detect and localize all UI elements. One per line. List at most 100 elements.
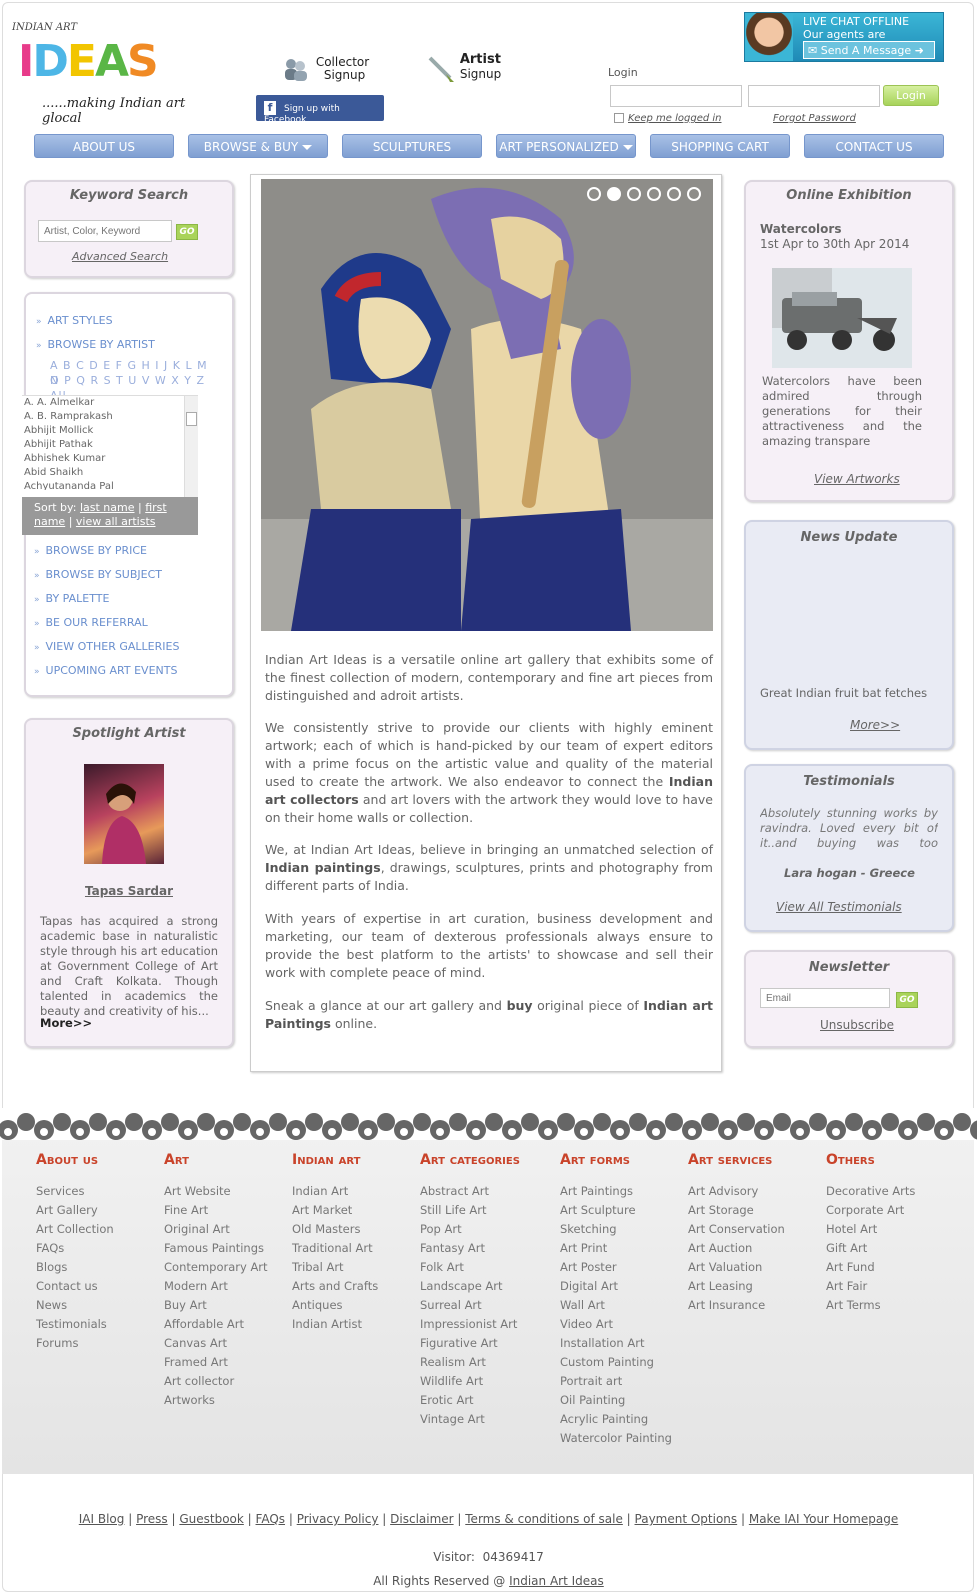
slider-dot[interactable]: [687, 187, 701, 201]
footer-link[interactable]: Art Fair: [826, 1277, 915, 1296]
footer-link[interactable]: Forums: [36, 1334, 114, 1353]
slider-dot[interactable]: [647, 187, 661, 201]
footer-link[interactable]: Wall Art: [560, 1296, 672, 1315]
keep-logged-in-checkbox[interactable]: Keep me logged in: [614, 113, 722, 124]
footer-link[interactable]: Traditional Art: [292, 1239, 378, 1258]
footer-link[interactable]: Realism Art: [420, 1353, 520, 1372]
footer-link[interactable]: Contact us: [36, 1277, 114, 1296]
footer-link[interactable]: Still Life Art: [420, 1201, 520, 1220]
footer-link[interactable]: Digital Art: [560, 1277, 672, 1296]
login-button[interactable]: Login: [883, 85, 939, 106]
bottom-link[interactable]: Make IAI Your Homepage: [749, 1512, 898, 1526]
newsletter-go-button[interactable]: GO: [896, 992, 918, 1008]
nav-about-us[interactable]: ABOUT US: [34, 134, 174, 158]
footer-link[interactable]: Acrylic Painting: [560, 1410, 672, 1429]
footer-link[interactable]: Art Advisory: [688, 1182, 785, 1201]
footer-link[interactable]: Arts and Crafts: [292, 1277, 378, 1296]
artist-list-item[interactable]: Abhishek Kumar: [22, 452, 198, 466]
footer-link[interactable]: Landscape Art: [420, 1277, 520, 1296]
view-all-testimonials-link[interactable]: View All Testimonials: [776, 900, 902, 914]
menu-browse-by-subject[interactable]: » BROWSE BY SUBJECT: [34, 568, 162, 581]
slider-dot[interactable]: [667, 187, 681, 201]
footer-link[interactable]: Art Fund: [826, 1258, 915, 1277]
footer-link[interactable]: Erotic Art: [420, 1391, 520, 1410]
footer-link[interactable]: Indian Art: [292, 1182, 378, 1201]
footer-link[interactable]: Gift Art: [826, 1239, 915, 1258]
footer-link[interactable]: Decorative Arts: [826, 1182, 915, 1201]
footer-link[interactable]: Art Paintings: [560, 1182, 672, 1201]
artist-list-scrollbar[interactable]: [184, 396, 198, 497]
bottom-link[interactable]: Payment Options: [635, 1512, 738, 1526]
footer-link[interactable]: Pop Art: [420, 1220, 520, 1239]
footer-link[interactable]: Original Art: [164, 1220, 268, 1239]
footer-link[interactable]: Fantasy Art: [420, 1239, 520, 1258]
footer-link[interactable]: Art Market: [292, 1201, 378, 1220]
artist-list-item[interactable]: A. A. Almelkar: [22, 396, 198, 410]
footer-link[interactable]: Video Art: [560, 1315, 672, 1334]
login-username-input[interactable]: [610, 85, 742, 107]
bottom-link[interactable]: Press: [136, 1512, 168, 1526]
nav-art-personalized[interactable]: ART PERSONALIZED: [496, 134, 636, 158]
unsubscribe-link[interactable]: Unsubscribe: [820, 1018, 894, 1032]
exhibition-artwork-image[interactable]: [772, 268, 912, 368]
artist-list[interactable]: A. A. Almelkar A. B. Ramprakash Abhijit …: [22, 395, 198, 497]
view-artworks-link[interactable]: View Artworks: [814, 472, 900, 486]
footer-link[interactable]: Blogs: [36, 1258, 114, 1277]
collector-signup[interactable]: Collector Signup: [282, 56, 369, 82]
login-password-input[interactable]: [748, 85, 880, 107]
menu-by-palette[interactable]: » BY PALETTE: [34, 592, 109, 605]
footer-link[interactable]: Old Masters: [292, 1220, 378, 1239]
menu-be-our-referral[interactable]: » BE OUR REFERRAL: [34, 616, 148, 629]
footer-link[interactable]: Testimonials: [36, 1315, 114, 1334]
rights-link[interactable]: Indian Art Ideas: [509, 1574, 604, 1588]
artist-signup[interactable]: Artist Signup: [426, 52, 501, 82]
bottom-link[interactable]: Privacy Policy: [297, 1512, 379, 1526]
featured-painting-slider[interactable]: [261, 179, 713, 631]
footer-link[interactable]: Surreal Art: [420, 1296, 520, 1315]
newsletter-email-input[interactable]: [760, 988, 890, 1008]
advanced-search-link[interactable]: Advanced Search: [72, 250, 168, 263]
menu-art-styles[interactable]: » ART STYLES: [36, 314, 113, 327]
footer-link[interactable]: Indian Artist: [292, 1315, 378, 1334]
footer-link[interactable]: Art Conservation: [688, 1220, 785, 1239]
footer-link[interactable]: Figurative Art: [420, 1334, 520, 1353]
nav-sculptures[interactable]: SCULPTURES: [342, 134, 482, 158]
slider-dot[interactable]: [587, 187, 601, 201]
nav-browse-buy[interactable]: BROWSE & BUY: [188, 134, 328, 158]
footer-link[interactable]: FAQs: [36, 1239, 114, 1258]
news-more-link[interactable]: More>>: [850, 718, 900, 732]
artist-list-item[interactable]: Abid Shaikh: [22, 466, 198, 480]
news-headline[interactable]: Great Indian fruit bat fetches: [760, 686, 927, 700]
footer-link[interactable]: Impressionist Art: [420, 1315, 520, 1334]
footer-link[interactable]: Art Print: [560, 1239, 672, 1258]
bottom-link[interactable]: IAI Blog: [79, 1512, 125, 1526]
footer-link[interactable]: Custom Painting: [560, 1353, 672, 1372]
footer-link[interactable]: Art collector: [164, 1372, 268, 1391]
spotlight-artist-name[interactable]: Tapas Sardar: [26, 884, 232, 898]
footer-link[interactable]: Contemporary Art: [164, 1258, 268, 1277]
footer-link[interactable]: Art Insurance: [688, 1296, 785, 1315]
footer-link[interactable]: Art Poster: [560, 1258, 672, 1277]
footer-link[interactable]: Services: [36, 1182, 114, 1201]
footer-link[interactable]: Art Collection: [36, 1220, 114, 1239]
footer-link[interactable]: Fine Art: [164, 1201, 268, 1220]
menu-upcoming-art-events[interactable]: » UPCOMING ART EVENTS: [34, 664, 177, 677]
footer-link[interactable]: Framed Art: [164, 1353, 268, 1372]
footer-link[interactable]: Art Terms: [826, 1296, 915, 1315]
footer-link[interactable]: Art Leasing: [688, 1277, 785, 1296]
footer-link[interactable]: Tribal Art: [292, 1258, 378, 1277]
nav-contact-us[interactable]: CONTACT US: [804, 134, 944, 158]
footer-link[interactable]: Canvas Art: [164, 1334, 268, 1353]
spotlight-artwork-image[interactable]: [84, 764, 164, 864]
bottom-link[interactable]: FAQs: [256, 1512, 286, 1526]
footer-link[interactable]: Antiques: [292, 1296, 378, 1315]
footer-link[interactable]: Watercolor Painting: [560, 1429, 672, 1448]
footer-link[interactable]: Art Storage: [688, 1201, 785, 1220]
menu-browse-by-artist[interactable]: » BROWSE BY ARTIST: [36, 338, 155, 351]
slider-dot-active[interactable]: [607, 187, 621, 201]
slider-dot[interactable]: [627, 187, 641, 201]
send-message-button[interactable]: ✉ Send A Message ➜: [803, 41, 935, 59]
sort-last-name-link[interactable]: last name: [80, 501, 135, 514]
footer-link[interactable]: Buy Art: [164, 1296, 268, 1315]
footer-link[interactable]: Artworks: [164, 1391, 268, 1410]
